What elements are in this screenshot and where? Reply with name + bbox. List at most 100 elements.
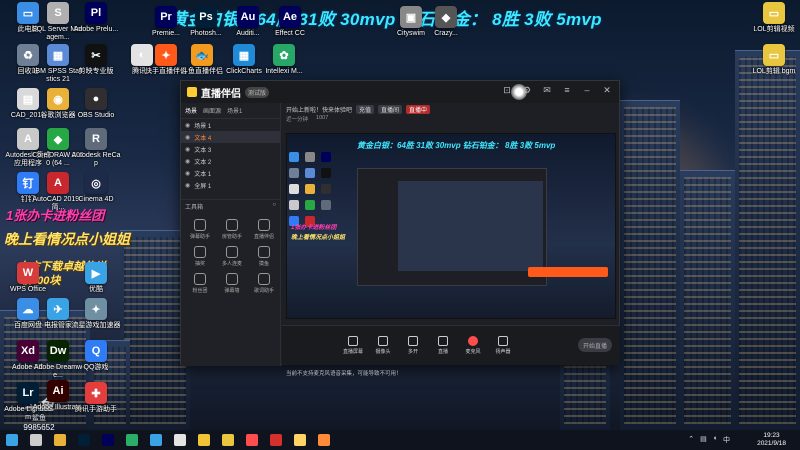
desktop-icon-top-7[interactable]: ✿ Intellexi M...	[258, 44, 310, 76]
tab-scene-1[interactable]: 场景1	[227, 106, 242, 115]
settings-icon[interactable]: ⚙	[521, 85, 533, 96]
tool-companion[interactable]: 直播伴侣	[249, 219, 279, 240]
close-icon[interactable]: ✕	[601, 85, 613, 96]
message-icon[interactable]: ✉	[541, 85, 553, 96]
desktop-icon-col3-0[interactable]: Pl Adobe Prelu...	[70, 2, 122, 34]
menu-icon[interactable]: ≡	[561, 85, 573, 96]
app-icon: R	[85, 128, 107, 150]
eye-icon[interactable]: ◉	[185, 170, 190, 177]
photoshop-icon[interactable]	[72, 430, 96, 450]
netease-icon[interactable]	[264, 430, 288, 450]
tab-sources[interactable]: 画面源	[203, 106, 221, 115]
lyrics-icon	[258, 273, 270, 285]
minimize-icon[interactable]: –	[581, 85, 593, 96]
scene-item[interactable]: ◉ 文本 2	[181, 155, 280, 167]
tool-fish[interactable]: 摸鱼	[249, 246, 279, 267]
scene-item[interactable]: ◉ 文本 4	[181, 131, 280, 143]
status-message: 当前不支持麦克风语音采集，可能导致不可用！	[286, 371, 402, 377]
microphone-button[interactable]: 麦克风	[462, 336, 484, 355]
eye-icon[interactable]: ◉	[185, 134, 190, 141]
potplayer-icon[interactable]	[192, 430, 216, 450]
screen-capture-button[interactable]: 直播屏幕	[342, 336, 364, 355]
desktop-icon-right-1[interactable]: ▭ LOL剪辑 bgm	[748, 44, 800, 76]
live-stats: 近一分钟 1007	[286, 115, 329, 123]
desktop-icon-label: Adobe Prelu...	[73, 26, 119, 33]
input-language[interactable]: 中	[723, 435, 730, 445]
share-icon[interactable]: ⊡	[501, 85, 513, 96]
desktop-icon-top-8[interactable]: ◐ 腾讯...	[116, 44, 168, 76]
chrome-icon[interactable]	[48, 430, 72, 450]
desktop-icon-col3-8[interactable]: ✚ 腾讯手游助手	[70, 382, 122, 414]
desktop-icon-top-10[interactable]: ▣ Cityswim	[385, 6, 437, 38]
desktop-icon-top-3[interactable]: Ae Effect CC	[264, 6, 316, 38]
eye-icon[interactable]: ◉	[185, 122, 190, 129]
eye-icon[interactable]: ◉	[185, 158, 190, 165]
camera-button[interactable]: 摄像头	[372, 336, 394, 355]
wall-icon	[226, 273, 238, 285]
files-icon[interactable]	[216, 430, 240, 450]
app-icon: ▦	[233, 44, 255, 66]
tool-lyrics[interactable]: 歌词助手	[249, 273, 279, 294]
app-icon: ▣	[400, 6, 422, 28]
livestream-icon[interactable]	[312, 430, 336, 450]
desktop-icon-col3-3[interactable]: R Autodesk ReCap	[70, 128, 122, 168]
scene-item[interactable]: ◉ 文本 1	[181, 167, 280, 179]
scene-item[interactable]: ◉ 文本 3	[181, 143, 280, 155]
desktop-icon-col3-6[interactable]: ✦ 流星游戏加速器	[70, 298, 122, 330]
scene-item[interactable]: ◉ 全屏 1	[181, 179, 280, 191]
speaker-button[interactable]: 扬声器	[492, 336, 514, 355]
app-titlebar[interactable]: 直播伴侣 测试版 ⊡ ⚙ ✉ ≡ – ✕	[181, 81, 619, 103]
system-clock[interactable]: 19:23 2021/9/18	[757, 432, 786, 448]
chevron-up-icon[interactable]: ⌃	[688, 435, 694, 445]
app-icon: W	[17, 262, 39, 284]
desktop-icon-left-5[interactable]: W WPS Office	[2, 262, 54, 294]
app-badge: 测试版	[245, 86, 270, 98]
live-button[interactable]: 直播	[432, 336, 454, 355]
scene-sidebar: 场景 画面源 场景1 ◉ 场景 1 ◉ 文本 4 ◉ 文本 3 ◉ 文本 2 ◉ 文本 1…	[181, 103, 281, 366]
desktop-icon-label: Autodesk ReCap	[71, 152, 121, 167]
live-companion-window[interactable]: 直播伴侣 测试版 ⊡ ⚙ ✉ ≡ – ✕ 场景 画面源 场景1 ◉ 场景 1 ◉ 文…	[180, 80, 620, 377]
tab-scene[interactable]: 场景	[185, 106, 197, 115]
tool-multi-mic[interactable]: 多人连麦	[217, 246, 247, 267]
app-icon: Ps	[195, 6, 217, 28]
start-live-button[interactable]: 开始直播	[578, 338, 612, 352]
live-tag[interactable]: 直播中	[406, 104, 431, 114]
tool-room-admin[interactable]: 房管助手	[217, 219, 247, 240]
desktop-icon-col3-4[interactable]: ◎ Cinema 4D	[70, 172, 122, 204]
eye-icon[interactable]: ◉	[185, 146, 190, 153]
notice-tag[interactable]: 充值	[356, 104, 375, 114]
tool-danmu-wall[interactable]: 弹幕墙	[217, 273, 247, 294]
desktop-icon-right-0[interactable]: ▭ LOL剪辑视频	[748, 2, 800, 34]
notice-tag[interactable]: 直播间	[378, 104, 403, 114]
app-icon[interactable]	[168, 430, 192, 450]
start-icon[interactable]	[0, 430, 24, 450]
tool-danmu[interactable]: 弹幕助手	[185, 219, 215, 240]
scene-item[interactable]: ◉ 场景 1	[181, 119, 280, 131]
desktop-icon-label: WPS Office	[9, 286, 47, 293]
app-icon: ◆	[47, 128, 69, 150]
network-icon[interactable]: ▤	[700, 435, 707, 445]
tool-lottery[interactable]: 抽奖	[185, 246, 215, 267]
toolbox-toggle-icon[interactable]: ○	[272, 202, 276, 211]
desktop-icon-col3-2[interactable]: ● OBS Studio	[70, 88, 122, 120]
desktop-icon-col3-7[interactable]: Q QQ游戏	[70, 340, 122, 372]
multi-open-button[interactable]: 多开	[402, 336, 424, 355]
desktop-icon-label: QQ游戏	[83, 364, 109, 371]
stream-preview[interactable]: 黄金白银：64胜 31败 30mvp 钻石铂金： 8胜 3败 5mvp 1张办卡…	[286, 133, 616, 319]
tool-fanclub[interactable]: 粉丝团	[185, 273, 215, 294]
wechat-icon[interactable]	[120, 430, 144, 450]
player-icon[interactable]	[144, 430, 168, 450]
volume-icon[interactable]: ◖	[713, 435, 717, 445]
premiere-icon[interactable]	[96, 430, 120, 450]
eye-icon[interactable]: ◉	[185, 182, 190, 189]
desktop-icon-col3-5[interactable]: ▶ 优酷	[70, 262, 122, 294]
desktop-icon-label: 剪映专业版	[78, 68, 114, 75]
desktop-icon-col3-1[interactable]: ✂ 剪映专业版	[70, 44, 122, 76]
game-icon[interactable]	[240, 430, 264, 450]
search-icon[interactable]	[24, 430, 48, 450]
app-icon: S	[47, 2, 69, 24]
app-icon: Pr	[155, 6, 177, 28]
mic-group-icon	[226, 246, 238, 258]
folder-icon[interactable]	[288, 430, 312, 450]
app-icon: ◉	[47, 88, 69, 110]
